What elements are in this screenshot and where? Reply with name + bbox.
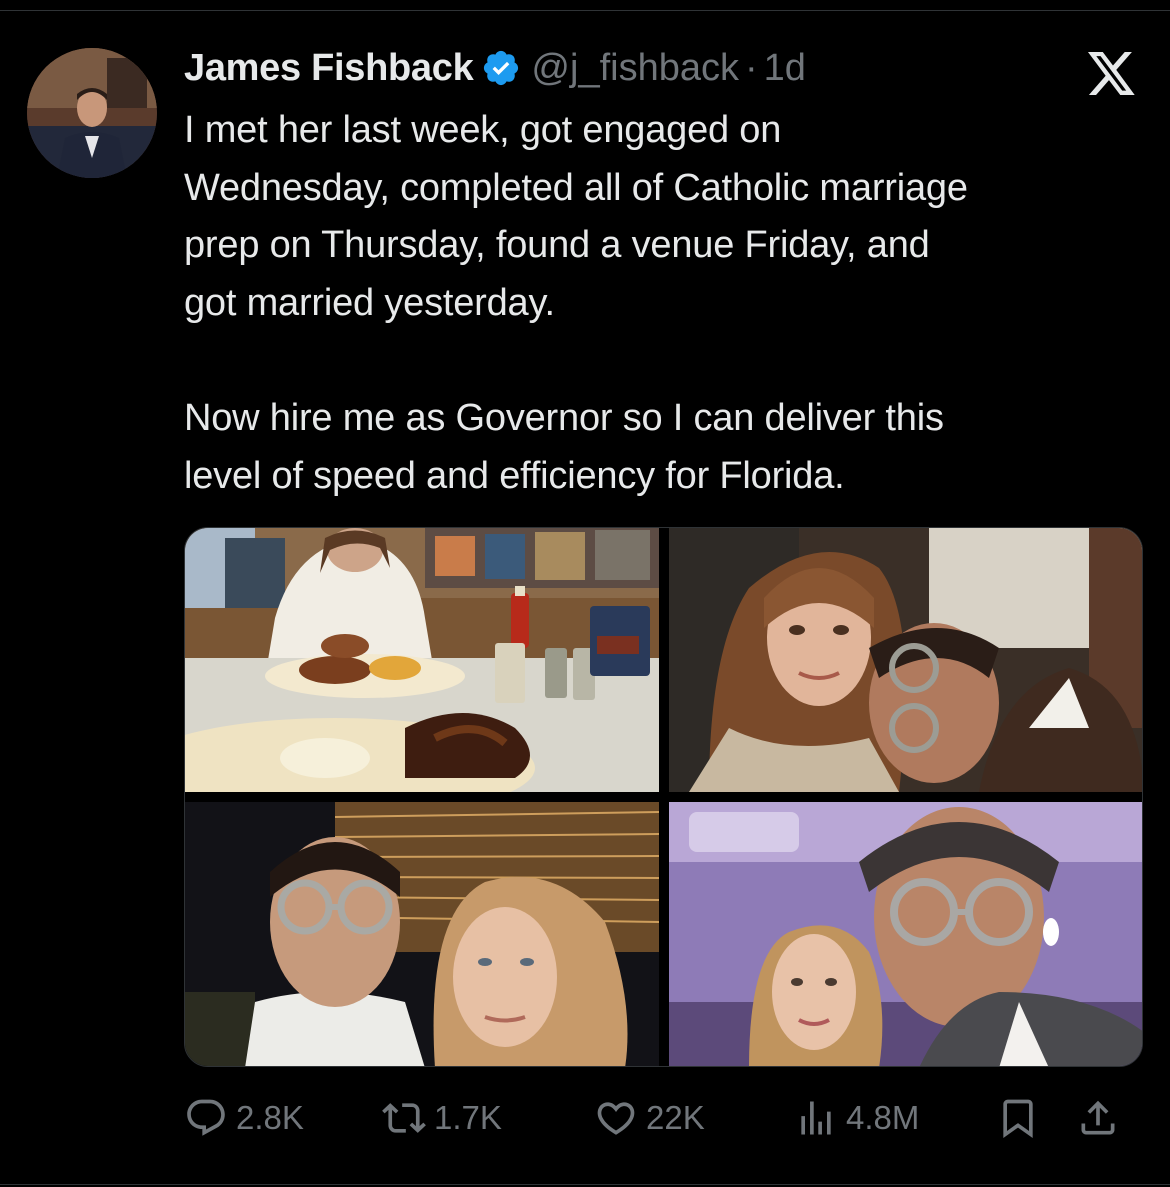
share-icon xyxy=(1081,1100,1115,1135)
share-button[interactable] xyxy=(1076,1092,1128,1144)
reply-icon xyxy=(187,1099,225,1136)
tweet-text: I met her last week, got engaged on Wedn… xyxy=(184,109,968,497)
x-logo-icon[interactable] xyxy=(1087,52,1137,97)
avatar[interactable] xyxy=(27,48,157,178)
reply-button[interactable]: 2.8K xyxy=(184,1092,304,1144)
photo-2[interactable] xyxy=(669,528,1142,792)
like-count: 22K xyxy=(646,1099,705,1136)
photo-3[interactable] xyxy=(185,802,659,1066)
heart-icon xyxy=(597,1102,635,1135)
author-handle[interactable]: @j_fishback xyxy=(531,47,739,90)
action-bar: 2.8K 1.7K 22K 4.8M xyxy=(184,1092,1144,1144)
view-count: 4.8M xyxy=(846,1099,920,1136)
bookmark-button[interactable] xyxy=(996,1092,1048,1144)
media-grid xyxy=(184,527,1143,1067)
author-name[interactable]: James Fishback xyxy=(184,47,474,90)
views-button[interactable]: 4.8M xyxy=(794,1092,919,1144)
retweet-count: 1.7K xyxy=(434,1099,502,1136)
top-divider xyxy=(0,10,1170,11)
views-icon xyxy=(801,1101,831,1135)
avatar-image xyxy=(27,48,157,178)
reply-count: 2.8K xyxy=(236,1099,304,1136)
retweet-button[interactable]: 1.7K xyxy=(382,1092,502,1144)
like-button[interactable]: 22K xyxy=(594,1092,705,1144)
photo-4[interactable] xyxy=(669,802,1142,1066)
bottom-divider xyxy=(0,1184,1170,1185)
retweet-icon xyxy=(382,1103,426,1133)
timestamp[interactable]: 1d xyxy=(764,47,806,90)
separator-dot: · xyxy=(744,46,758,89)
photo-1[interactable] xyxy=(185,528,659,792)
tweet-header: James Fishback @j_fishback · 1d xyxy=(184,44,806,92)
verified-badge-icon xyxy=(481,48,521,88)
bookmark-icon xyxy=(1003,1099,1033,1139)
